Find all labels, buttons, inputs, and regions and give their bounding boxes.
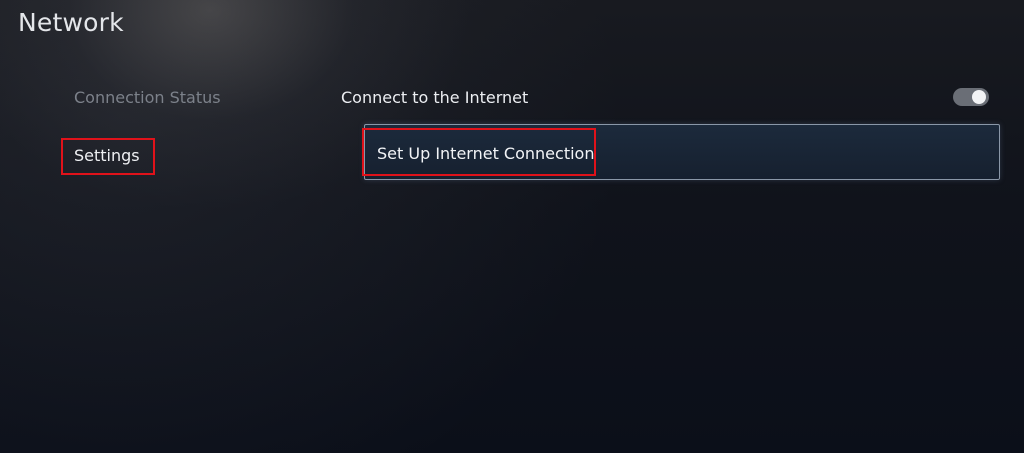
sidebar-item-connection-status[interactable]: Connection Status bbox=[74, 88, 221, 107]
setup-internet-connection-label: Set Up Internet Connection bbox=[377, 144, 595, 163]
network-screen: Network Connection Status Settings Conne… bbox=[0, 0, 1024, 453]
setup-internet-connection-button[interactable]: Set Up Internet Connection bbox=[364, 124, 1000, 180]
page-title: Network bbox=[18, 8, 124, 37]
connect-internet-toggle[interactable] bbox=[953, 88, 989, 106]
sidebar-item-settings[interactable]: Settings bbox=[74, 146, 140, 165]
connect-internet-label[interactable]: Connect to the Internet bbox=[341, 88, 528, 107]
toggle-knob bbox=[972, 90, 986, 104]
